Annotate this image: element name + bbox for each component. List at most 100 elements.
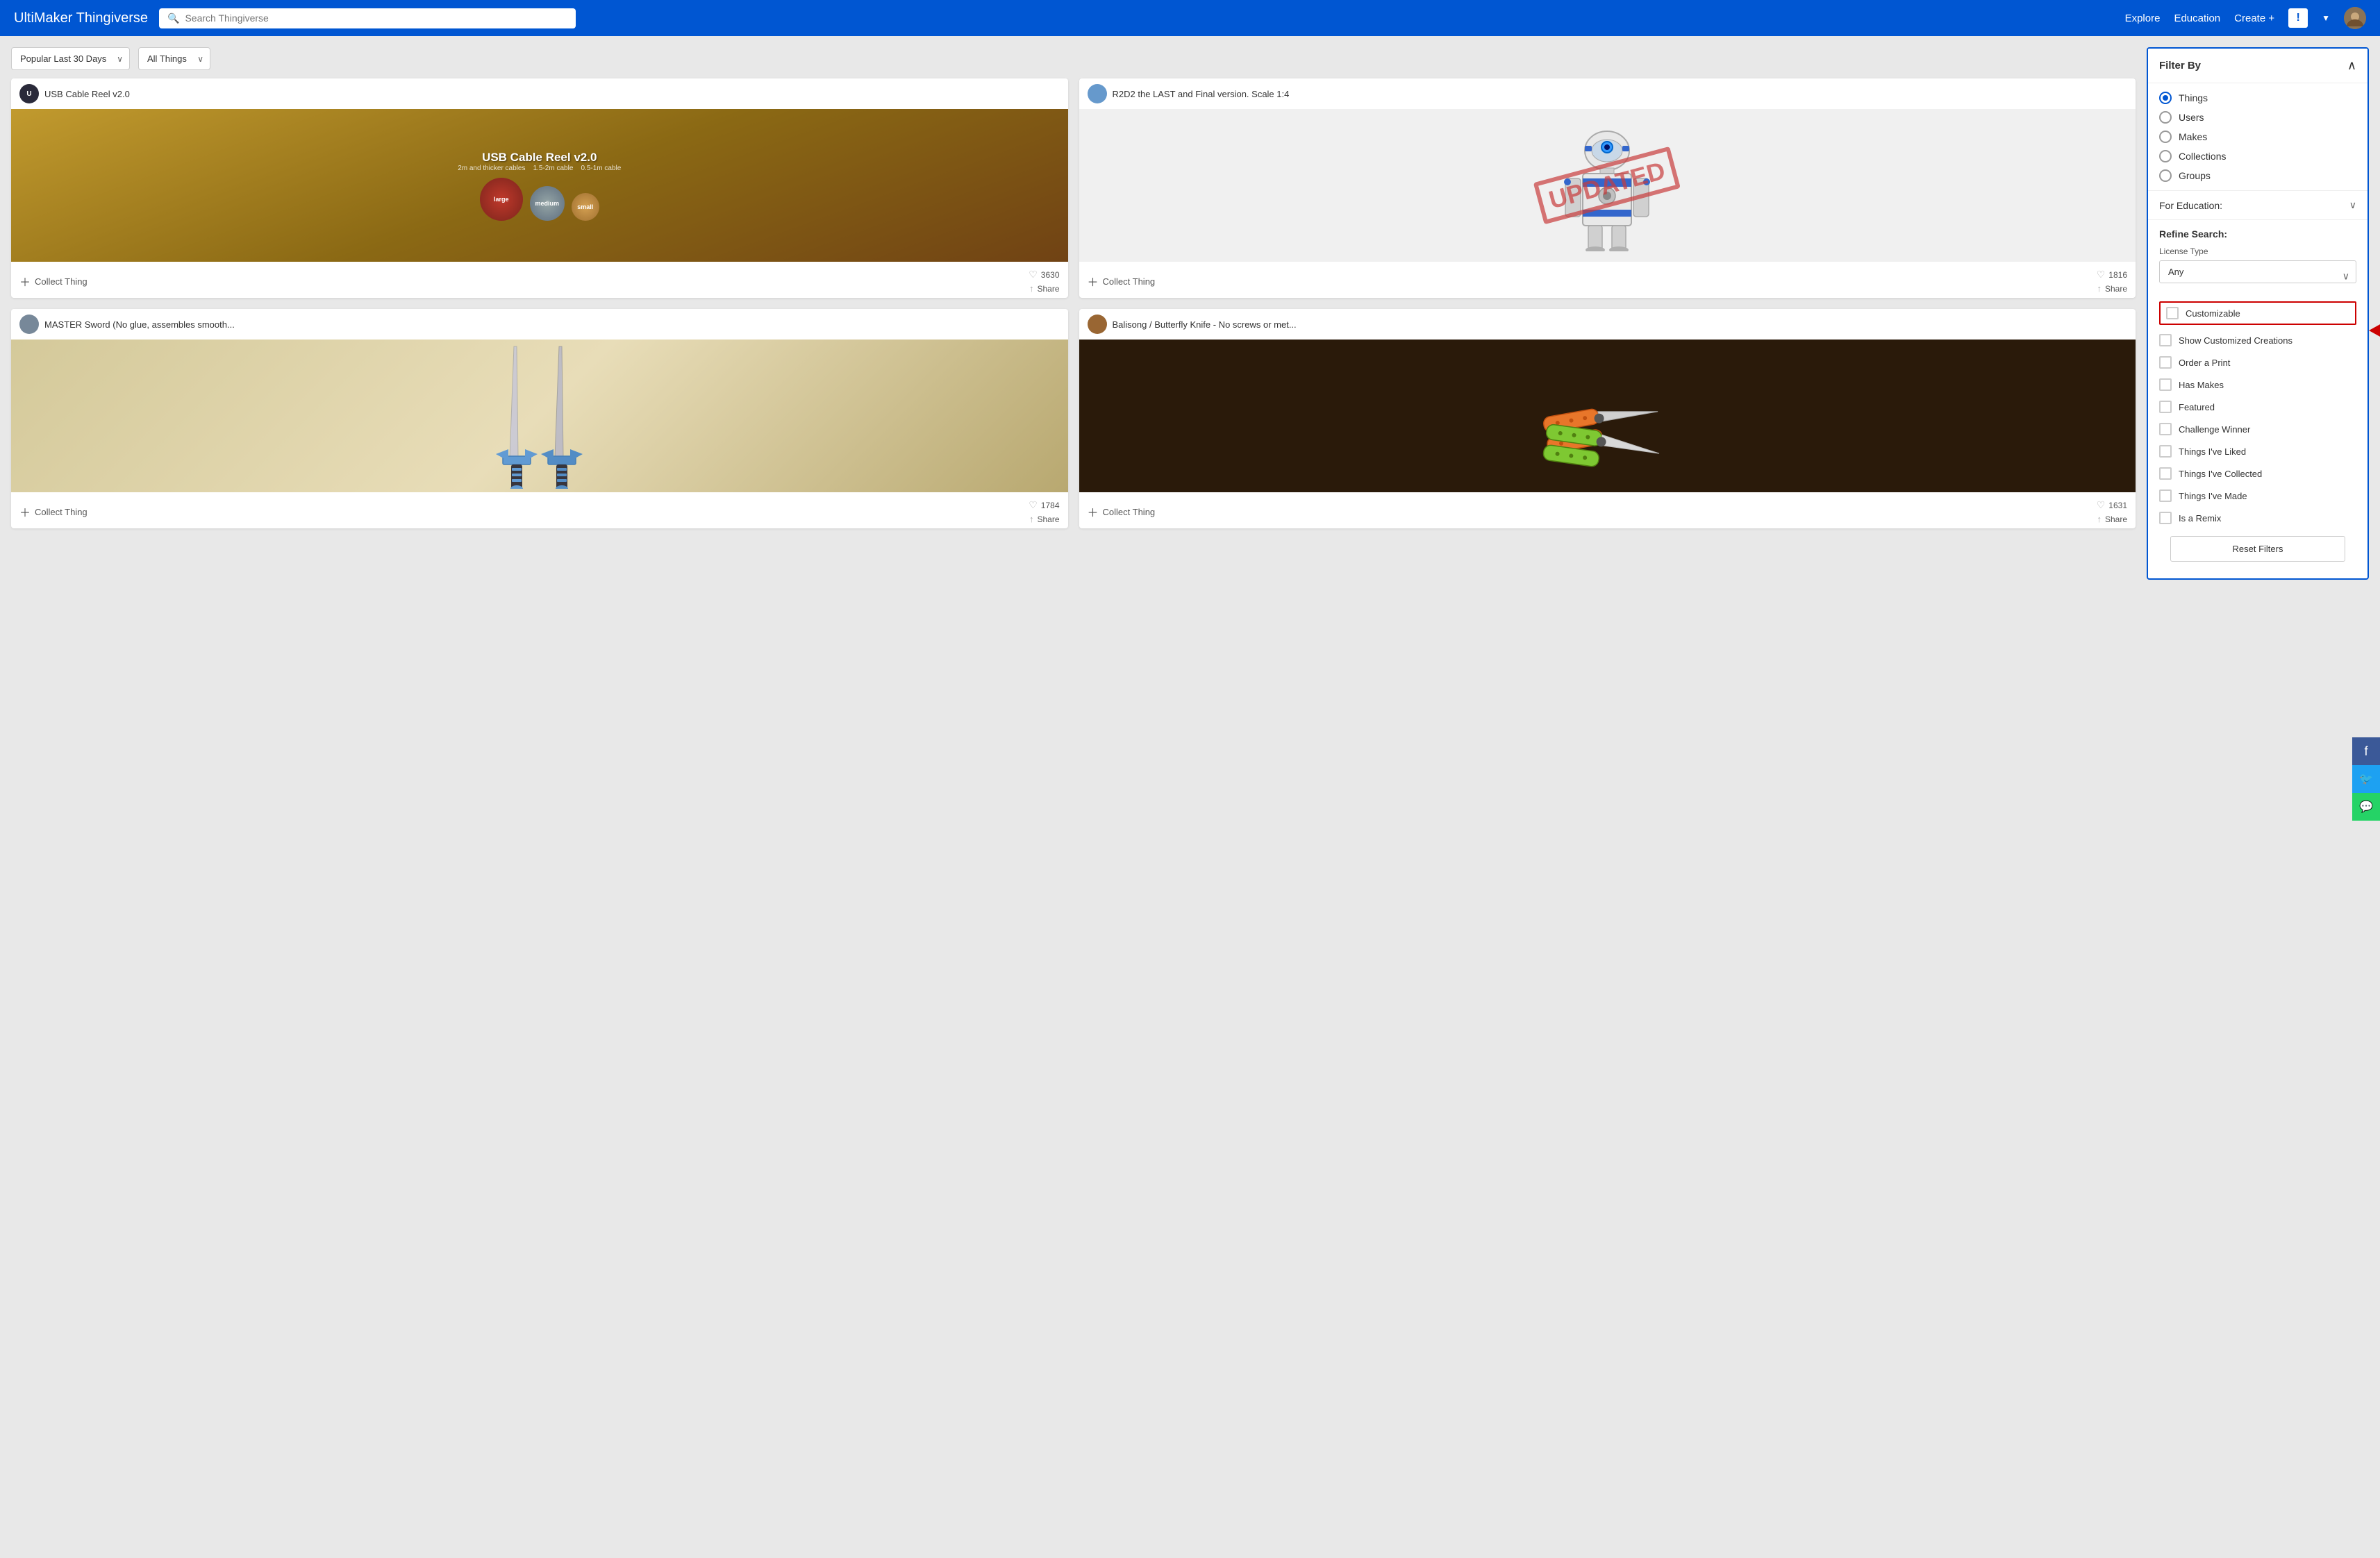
made-label: Things I've Made	[2179, 491, 2247, 501]
like-row-knife[interactable]: ♡ 1631	[2097, 499, 2127, 511]
checkbox-made	[2159, 489, 2172, 502]
card-image-sword[interactable]	[11, 340, 1068, 492]
search-input[interactable]	[185, 12, 567, 24]
cards-grid: U USB Cable Reel v2.0 USB Cable Reel v2.…	[11, 78, 2136, 528]
card-image-usb[interactable]: USB Cable Reel v2.0 2m and thicker cable…	[11, 109, 1068, 262]
checkbox-item-collected[interactable]: Things I've Collected	[2159, 464, 2356, 483]
sort-dropdown[interactable]: Popular Last 30 Days	[11, 47, 130, 70]
radio-groups	[2159, 169, 2172, 182]
reset-filters-button[interactable]: Reset Filters	[2170, 536, 2345, 562]
collect-button-usb[interactable]: ＋ Collect Thing	[19, 273, 88, 290]
like-count-knife: 1631	[2108, 501, 2127, 510]
share-row-knife[interactable]: ↑ Share	[2097, 514, 2127, 524]
avatar[interactable]	[2344, 7, 2366, 29]
twitter-share-button[interactable]: 🐦	[2352, 765, 2380, 793]
card-title-sword: MASTER Sword (No glue, assembles smooth.…	[44, 319, 235, 330]
grid-controls: Popular Last 30 Days All Things	[11, 47, 2136, 70]
order-print-label: Order a Print	[2179, 358, 2230, 368]
disc-small: small	[572, 193, 599, 221]
for-education-dropdown[interactable]: For Education: ∨	[2148, 191, 2367, 220]
checkbox-liked	[2159, 445, 2172, 458]
facebook-share-button[interactable]: f	[2352, 737, 2380, 765]
collect-label-knife: Collect Thing	[1103, 507, 1156, 517]
checkbox-item-made[interactable]: Things I've Made	[2159, 486, 2356, 505]
filter-option-users[interactable]: Users	[2159, 111, 2356, 124]
like-row-sword[interactable]: ♡ 1784	[1029, 499, 1059, 511]
license-wrapper: Any	[2159, 260, 2356, 292]
user-dropdown-arrow[interactable]: ▼	[2322, 13, 2330, 23]
checkbox-item-remix[interactable]: Is a Remix	[2159, 508, 2356, 528]
checkbox-item-show-customized[interactable]: Show Customized Creations	[2159, 330, 2356, 350]
share-row-sword[interactable]: ↑ Share	[1029, 514, 1060, 524]
filter-option-groups[interactable]: Groups	[2159, 169, 2356, 182]
share-label-usb: Share	[1037, 284, 1059, 294]
site-logo[interactable]: UltiMaker Thingiverse	[14, 10, 148, 26]
red-arrow-indicator	[2369, 324, 2380, 337]
share-row-r2d2[interactable]: ↑ Share	[2097, 283, 2127, 294]
card-avatar-usb: U	[19, 84, 39, 103]
collect-button-r2d2[interactable]: ＋ Collect Thing	[1088, 273, 1156, 290]
filter-panel: Filter By ∧ Things Users	[2147, 47, 2369, 580]
share-row-usb[interactable]: ↑ Share	[1029, 283, 1060, 294]
checkbox-item-has-makes[interactable]: Has Makes	[2159, 375, 2356, 394]
checkbox-order-print	[2159, 356, 2172, 369]
radio-label-makes: Makes	[2179, 131, 2207, 142]
license-dropdown[interactable]: Any	[2159, 260, 2356, 283]
checkbox-item-featured[interactable]: Featured	[2159, 397, 2356, 417]
card-knife: Balisong / Butterfly Knife - No screws o…	[1079, 309, 2136, 528]
collect-button-sword[interactable]: ＋ Collect Thing	[19, 503, 88, 520]
card-image-r2d2[interactable]: UPDATED	[1079, 109, 2136, 262]
card-footer-sword: ＋ Collect Thing ♡ 1784 ↑ Share	[11, 492, 1068, 528]
notification-bell[interactable]: !	[2288, 8, 2308, 28]
checkbox-challenge	[2159, 423, 2172, 435]
checkbox-remix	[2159, 512, 2172, 524]
header-nav: Explore Education Create + ! ▼	[2125, 7, 2366, 29]
collect-label-usb: Collect Thing	[35, 276, 88, 287]
whatsapp-share-button[interactable]: 💬	[2352, 793, 2380, 821]
filter-dropdown-wrapper: All Things	[138, 47, 210, 70]
collect-button-knife[interactable]: ＋ Collect Thing	[1088, 503, 1156, 520]
checkbox-item-liked[interactable]: Things I've Liked	[2159, 442, 2356, 461]
filter-option-things[interactable]: Things	[2159, 92, 2356, 104]
card-image-knife[interactable]	[1079, 340, 2136, 492]
card-sword: MASTER Sword (No glue, assembles smooth.…	[11, 309, 1068, 528]
like-count-usb: 3630	[1041, 270, 1060, 280]
filter-option-makes[interactable]: Makes	[2159, 131, 2356, 143]
like-row-usb[interactable]: ♡ 3630	[1029, 269, 1059, 280]
whatsapp-icon: 💬	[2359, 800, 2373, 814]
like-row-r2d2[interactable]: ♡ 1816	[2097, 269, 2127, 280]
nav-create[interactable]: Create +	[2234, 12, 2274, 24]
share-label-knife: Share	[2105, 514, 2127, 524]
like-share-usb: ♡ 3630 ↑ Share	[1029, 269, 1059, 294]
heart-icon-sword: ♡	[1029, 499, 1038, 511]
like-count-sword: 1784	[1041, 501, 1060, 510]
featured-label: Featured	[2179, 402, 2215, 412]
nav-education[interactable]: Education	[2174, 12, 2220, 24]
checkbox-item-challenge[interactable]: Challenge Winner	[2159, 419, 2356, 439]
like-share-sword: ♡ 1784 ↑ Share	[1029, 499, 1059, 524]
checkbox-item-order-print[interactable]: Order a Print	[2159, 353, 2356, 372]
arrow-head-icon	[2369, 324, 2380, 337]
filter-dropdown[interactable]: All Things	[138, 47, 210, 70]
collect-label-r2d2: Collect Thing	[1103, 276, 1156, 287]
customizable-row[interactable]: Customizable	[2159, 301, 2356, 325]
license-label: License Type	[2159, 246, 2356, 256]
share-label-r2d2: Share	[2105, 284, 2127, 294]
radio-label-collections: Collections	[2179, 151, 2226, 162]
share-label-sword: Share	[1037, 514, 1059, 524]
refine-section: Refine Search: License Type Any Customiz…	[2148, 220, 2367, 578]
checkbox-customizable	[2166, 307, 2179, 319]
collected-label: Things I've Collected	[2179, 469, 2262, 479]
share-icon-sword: ↑	[1029, 514, 1034, 524]
card-header-knife: Balisong / Butterfly Knife - No screws o…	[1079, 309, 2136, 340]
card-avatar-r2d2	[1088, 84, 1107, 103]
filter-option-collections[interactable]: Collections	[2159, 150, 2356, 162]
card-usb: U USB Cable Reel v2.0 USB Cable Reel v2.…	[11, 78, 1068, 298]
card-avatar-sword	[19, 315, 39, 334]
checkbox-has-makes	[2159, 378, 2172, 391]
sort-dropdown-wrapper: Popular Last 30 Days	[11, 47, 130, 70]
card-title-usb: USB Cable Reel v2.0	[44, 89, 130, 99]
filter-box: Filter By ∧ Things Users	[2147, 47, 2369, 580]
filter-collapse-icon[interactable]: ∧	[2347, 58, 2356, 73]
nav-explore[interactable]: Explore	[2125, 12, 2161, 24]
